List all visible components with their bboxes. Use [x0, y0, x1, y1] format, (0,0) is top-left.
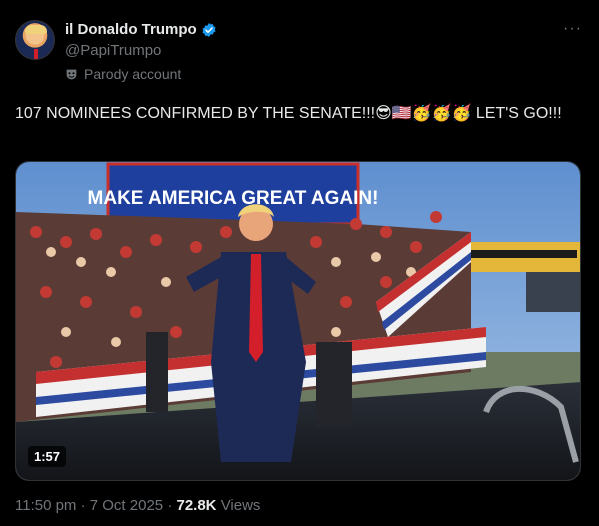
- post-text: 107 NOMINEES CONFIRMED BY THE SENATE!!!😎…: [15, 105, 562, 122]
- rally-banner-text: MAKE AMERICA GREAT AGAIN!: [88, 188, 379, 209]
- views-label: Views: [220, 497, 261, 514]
- post-card[interactable]: il Donaldo Trumpo @PapiTrumpo Parody acc…: [0, 0, 599, 526]
- more-options-button[interactable]: ···: [563, 20, 582, 38]
- author-name-row: il Donaldo Trumpo: [65, 21, 217, 38]
- verified-badge-icon: [202, 22, 216, 37]
- meta-separator: ·: [167, 497, 173, 514]
- views-count[interactable]: 72.8K: [176, 497, 216, 514]
- video-duration-badge: 1:57: [28, 446, 67, 467]
- parody-label-text: Parody account: [84, 66, 182, 82]
- post-meta: 11:50 pm · 7 Oct 2025 · 72.8K Views: [15, 497, 260, 514]
- parody-mask-icon: [66, 69, 77, 79]
- post-timestamp[interactable]: 11:50 pm · 7 Oct 2025: [15, 497, 163, 514]
- video-frame: MAKE AMERICA GREAT AGAIN!: [16, 162, 580, 480]
- author-handle[interactable]: @PapiTrumpo: [65, 42, 161, 59]
- parody-label: Parody account: [65, 66, 181, 82]
- author-avatar[interactable]: [15, 20, 55, 60]
- author-name[interactable]: il Donaldo Trumpo: [65, 21, 197, 38]
- video-player[interactable]: MAKE AMERICA GREAT AGAIN!: [15, 161, 581, 481]
